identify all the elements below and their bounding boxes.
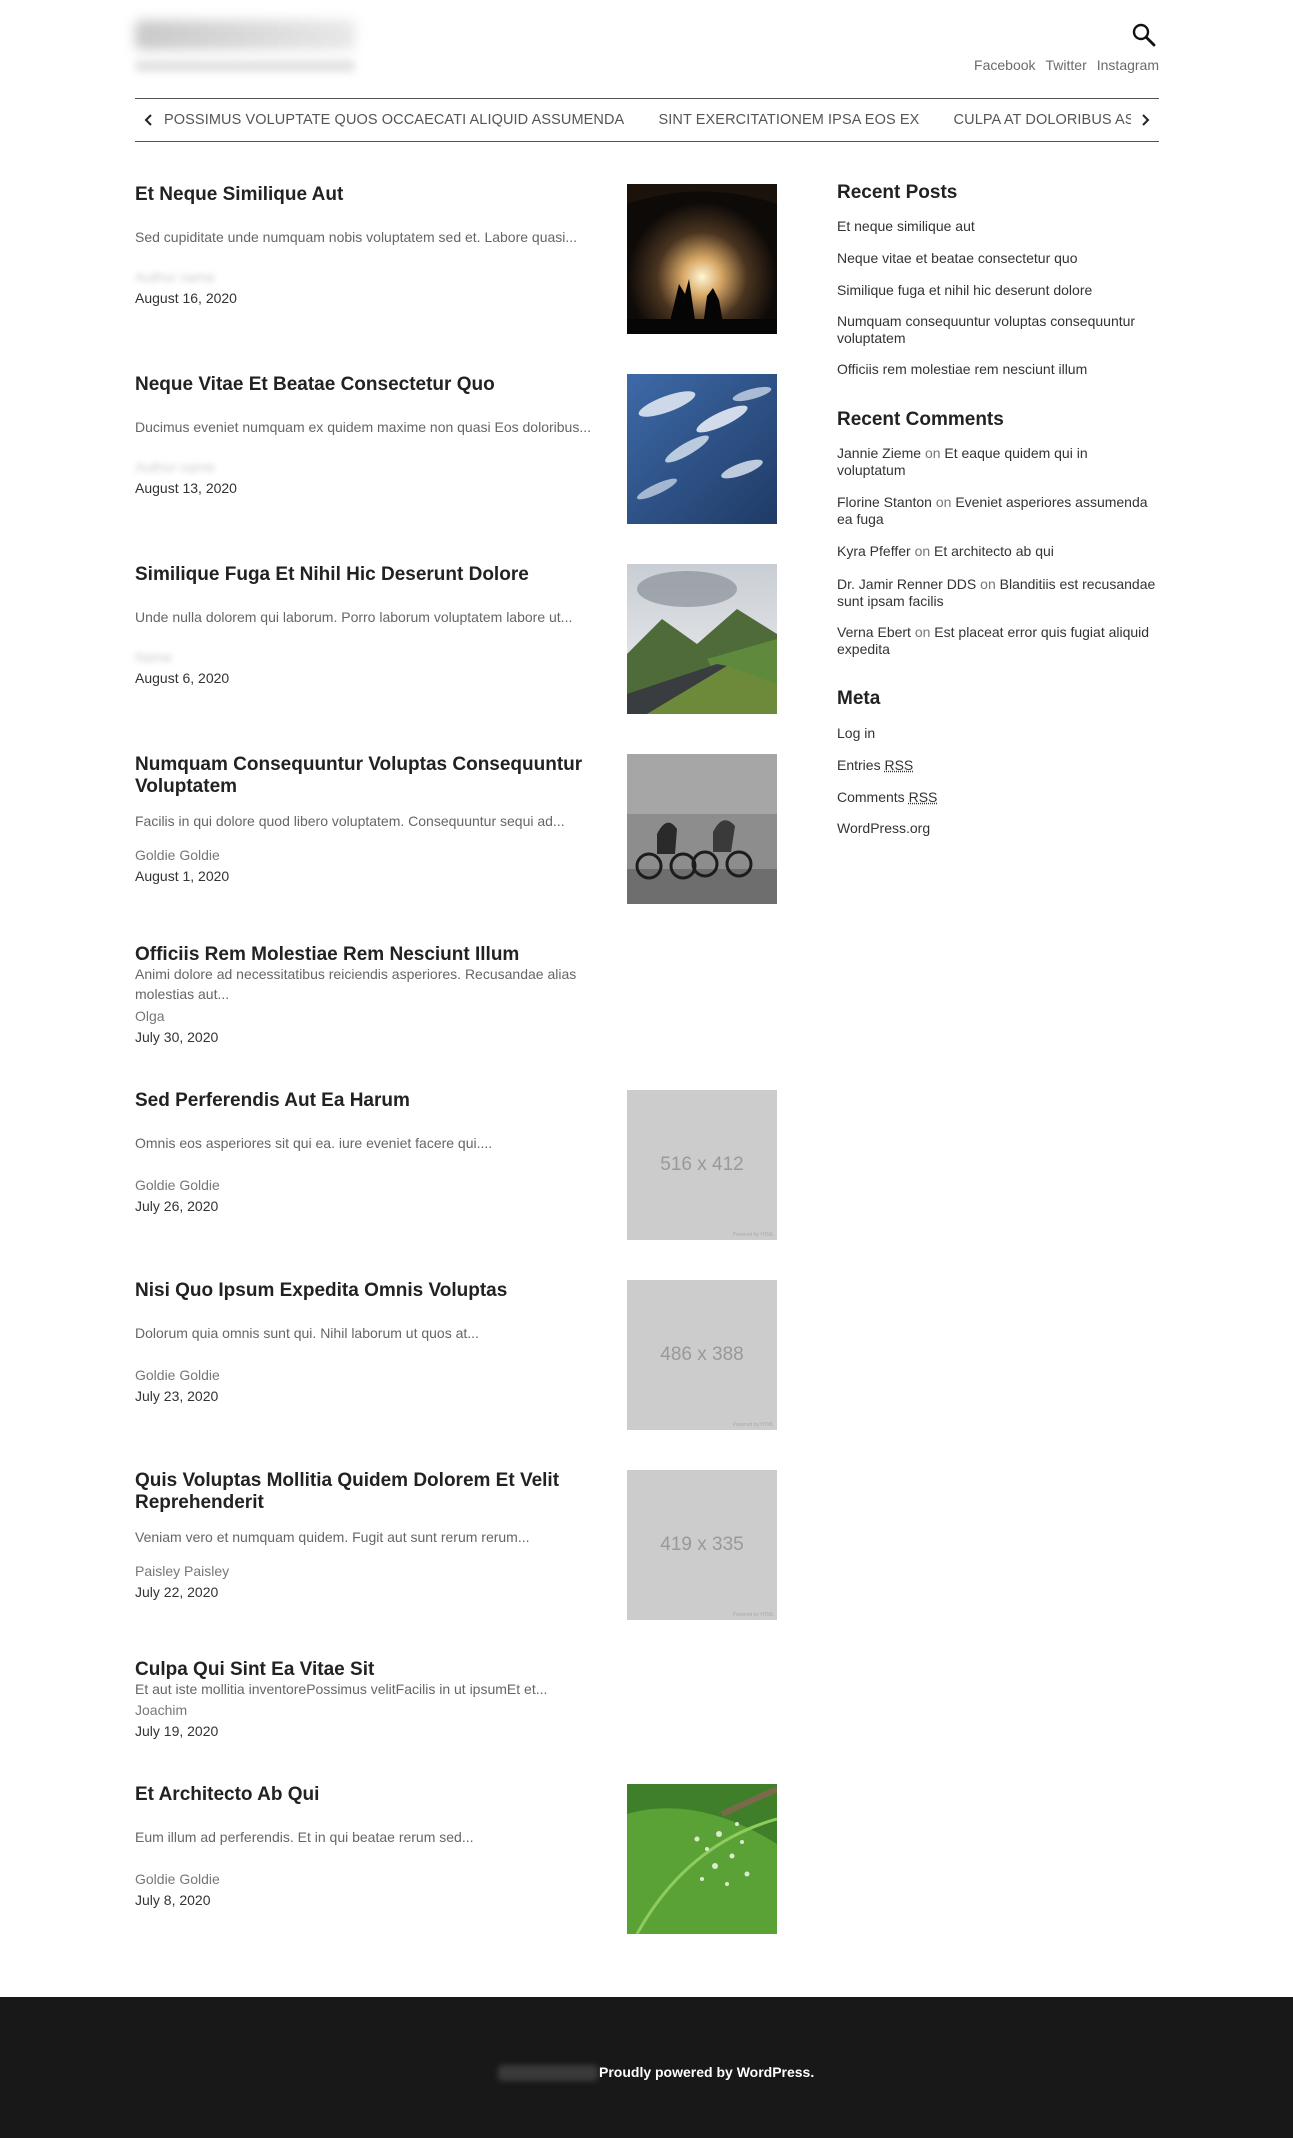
recent-comment: Jannie Zieme on Et eaque quidem qui in v… <box>837 445 1137 479</box>
meta-comments-rss-link[interactable]: Comments RSS <box>837 789 1157 806</box>
social-link-twitter[interactable]: Twitter <box>1046 57 1087 73</box>
post-author[interactable]: Joachim <box>135 1702 187 1718</box>
recent-post-link[interactable]: Et neque similique aut <box>837 218 1157 235</box>
post-thumbnail-leaf[interactable] <box>627 1784 777 1934</box>
comment-on-text: on <box>924 445 941 461</box>
post-date: August 16, 2020 <box>135 290 237 306</box>
post-author[interactable]: Paisley Paisley <box>135 1563 229 1579</box>
post-excerpt: Animi dolore ad necessitatibus reiciendi… <box>135 966 577 1002</box>
chevron-left-icon <box>144 114 152 126</box>
widget-title-recent-comments: Recent Comments <box>837 409 1004 430</box>
post-date: August 1, 2020 <box>135 868 230 884</box>
placeholder-size-text: 419 x 335 <box>660 1534 744 1555</box>
site-footer: Proudly powered by WordPress. <box>0 1997 1293 2138</box>
post-author[interactable]: Goldie Goldie <box>135 1177 220 1193</box>
recent-post-link[interactable]: Similique fuga et nihil hic deserunt dol… <box>837 282 1157 299</box>
post-excerpt: Et aut iste mollitia inventorePossimus v… <box>135 1681 548 1697</box>
ticker-next-button[interactable] <box>1131 100 1159 140</box>
footer-copyright <box>498 2065 598 2081</box>
post-title[interactable]: Et Architecto Ab Qui <box>135 1784 585 1806</box>
post-thumbnail-cyclists[interactable] <box>627 754 777 904</box>
footer-powered-by-link[interactable]: Proudly powered by WordPress. <box>599 2064 814 2080</box>
comment-author-link[interactable]: Verna Ebert <box>837 624 911 640</box>
meta-login-link[interactable]: Log in <box>837 725 1157 742</box>
featured-ticker: POSSIMUS VOLUPTATE QUOS OCCAECATI ALIQUI… <box>135 98 1159 142</box>
post-title[interactable]: Neque Vitae Et Beatae Consectetur Quo <box>135 374 585 396</box>
post-title[interactable]: Culpa Qui Sint Ea Vitae Sit <box>135 1659 585 1681</box>
comment-author-link[interactable]: Jannie Zieme <box>837 445 921 461</box>
post-title[interactable]: Nisi Quo Ipsum Expedita Omnis Voluptas <box>135 1280 585 1302</box>
post-title[interactable]: Quis Voluptas Mollitia Quidem Dolorem Et… <box>135 1470 585 1514</box>
comment-on-text: on <box>914 624 931 640</box>
widget-title-meta: Meta <box>837 688 881 709</box>
comment-on-text: on <box>914 543 931 559</box>
site-description <box>135 60 355 72</box>
post-excerpt: Dolorum quia omnis sunt qui. Nihil labor… <box>135 1325 479 1341</box>
post-author[interactable]: Goldie Goldie <box>135 1367 220 1383</box>
post-author[interactable]: Goldie Goldie <box>135 847 220 863</box>
post-title[interactable]: Similique Fuga Et Nihil Hic Deserunt Dol… <box>135 564 585 586</box>
recent-post-link[interactable]: Officiis rem molestiae rem nesciunt illu… <box>837 361 1157 378</box>
ticker-item[interactable]: CULPA AT DOLORIBUS ASPERNATUR <box>954 112 1131 128</box>
post-date: August 6, 2020 <box>135 670 230 686</box>
post-author[interactable]: Author name <box>135 269 215 285</box>
post-author[interactable]: Goldie Goldie <box>135 1871 220 1887</box>
recent-comment: Kyra Pfeffer on Et architecto ab qui <box>837 543 1157 560</box>
comment-on-text: on <box>935 494 952 510</box>
post-date: July 19, 2020 <box>135 1723 219 1739</box>
post-excerpt: Veniam vero et numquam quidem. Fugit aut… <box>135 1529 530 1545</box>
social-link-facebook[interactable]: Facebook <box>974 57 1035 73</box>
post-excerpt: Ducimus eveniet numquam ex quidem maxime… <box>135 419 592 435</box>
recent-comment: Dr. Jamir Renner DDS on Blanditiis est r… <box>837 576 1162 610</box>
post-author[interactable]: Name <box>135 649 172 665</box>
social-nav: Facebook Twitter Instagram <box>974 57 1159 73</box>
ticker-prev-button[interactable] <box>135 100 163 140</box>
post-thumbnail-placeholder[interactable]: 419 x 335 Powered by HTML <box>627 1470 777 1620</box>
post-thumbnail-placeholder[interactable]: 486 x 388 Powered by HTML <box>627 1280 777 1430</box>
meta-wordpress-link[interactable]: WordPress.org <box>837 820 1157 837</box>
placeholder-size-text: 516 x 412 <box>660 1154 744 1175</box>
ticker-item[interactable]: POSSIMUS VOLUPTATE QUOS OCCAECATI ALIQUI… <box>164 112 624 128</box>
ticker-track: POSSIMUS VOLUPTATE QUOS OCCAECATI ALIQUI… <box>163 112 1131 128</box>
search-icon[interactable] <box>1129 20 1159 50</box>
post-author[interactable]: Author name <box>135 459 215 475</box>
comment-post-link[interactable]: Et architecto ab qui <box>934 543 1054 559</box>
comment-author-link[interactable]: Kyra Pfeffer <box>837 543 911 559</box>
post-excerpt: Facilis in qui dolore quod libero volupt… <box>135 813 565 829</box>
recent-post-link[interactable]: Numquam consequuntur voluptas consequunt… <box>837 313 1147 347</box>
post-title[interactable]: Sed Perferendis Aut Ea Harum <box>135 1090 585 1112</box>
site-title[interactable] <box>135 20 355 50</box>
post-date: August 13, 2020 <box>135 480 237 496</box>
post-excerpt: Unde nulla dolorem qui laborum. Porro la… <box>135 609 573 625</box>
ticker-item[interactable]: SINT EXERCITATIONEM IPSA EOS EX <box>658 112 919 128</box>
post-date: July 26, 2020 <box>135 1198 219 1214</box>
post-excerpt: Omnis eos asperiores sit qui ea. iure ev… <box>135 1135 493 1151</box>
post-excerpt: Eum illum ad perferendis. Et in qui beat… <box>135 1829 474 1845</box>
placeholder-size-text: 486 x 388 <box>660 1344 744 1365</box>
post-date: July 22, 2020 <box>135 1584 219 1600</box>
post-thumbnail-placeholder[interactable]: 516 x 412 Powered by HTML <box>627 1090 777 1240</box>
post-excerpt: Sed cupiditate unde numquam nobis volupt… <box>135 229 578 245</box>
post-title[interactable]: Numquam Consequuntur Voluptas Consequunt… <box>135 754 585 798</box>
social-link-instagram[interactable]: Instagram <box>1097 57 1159 73</box>
post-title[interactable]: Et Neque Similique Aut <box>135 184 585 206</box>
post-date: July 30, 2020 <box>135 1029 219 1045</box>
post-author[interactable]: Olga <box>135 1008 165 1024</box>
recent-comment: Verna Ebert on Est placeat error quis fu… <box>837 624 1162 658</box>
meta-entries-rss-link[interactable]: Entries RSS <box>837 757 1157 774</box>
post-thumbnail-sky[interactable] <box>627 374 777 524</box>
recent-comment: Florine Stanton on Eveniet asperiores as… <box>837 494 1157 528</box>
comment-author-link[interactable]: Florine Stanton <box>837 494 932 510</box>
comment-on-text: on <box>980 576 996 592</box>
recent-post-link[interactable]: Neque vitae et beatae consectetur quo <box>837 250 1157 267</box>
post-date: July 8, 2020 <box>135 1892 211 1908</box>
comment-author-link[interactable]: Dr. Jamir Renner DDS <box>837 576 976 592</box>
post-date: July 23, 2020 <box>135 1388 219 1404</box>
post-thumbnail-concert[interactable] <box>627 184 777 334</box>
widget-title-recent-posts: Recent Posts <box>837 182 958 203</box>
post-title[interactable]: Officiis Rem Molestiae Rem Nesciunt Illu… <box>135 944 585 966</box>
post-thumbnail-road[interactable] <box>627 564 777 714</box>
chevron-right-icon <box>1142 114 1150 126</box>
